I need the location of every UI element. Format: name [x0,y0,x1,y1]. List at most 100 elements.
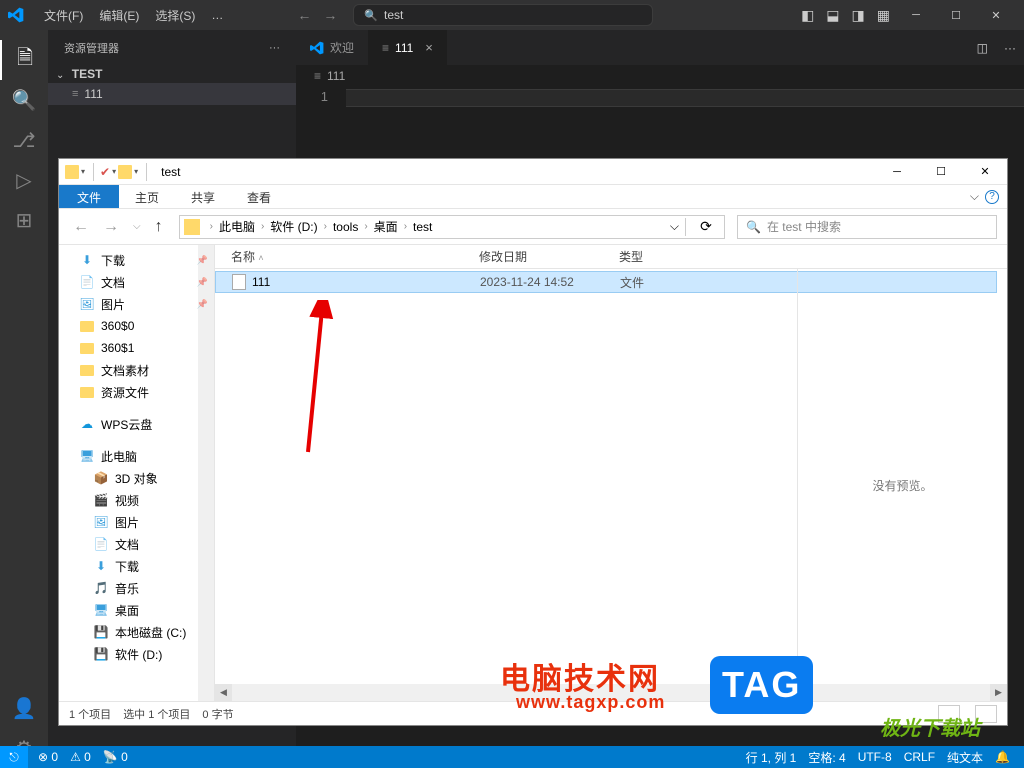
layout-customize-icon[interactable]: ▦ [871,7,896,24]
tab-active[interactable]: ≡ 111 × [368,30,447,65]
path-box[interactable]: › 此电脑 › 软件 (D:) › tools › 桌面 › test ⌵ ⟳ [179,215,725,239]
column-headers[interactable]: 名称 ˄ 修改日期 类型 [215,245,1007,269]
split-editor-icon[interactable]: ◫ [969,41,996,55]
notifications-icon[interactable]: 🔔 [989,750,1016,764]
status-errors[interactable]: ⊗ 0 [32,750,64,764]
sidebar-more-icon[interactable]: ··· [269,42,280,54]
nav-item[interactable]: 资源文件 [59,381,214,403]
col-date[interactable]: 修改日期 [479,248,619,265]
sidebar-folder[interactable]: ⌄ TEST [48,65,296,83]
explorer-close-icon[interactable]: ✕ [963,159,1007,185]
status-eol[interactable]: CRLF [898,750,941,764]
nav-item[interactable]: 🎵音乐 [59,577,214,599]
path-separator-icon[interactable]: › [360,221,371,232]
explorer-maximize-icon[interactable]: ☐ [919,159,963,185]
qat-dropdown-icon[interactable]: ▾ [112,167,116,176]
tab-more-icon[interactable]: ··· [996,41,1024,55]
nav-item[interactable]: 💾软件 (D:) [59,643,214,665]
sidebar-file-item[interactable]: ≡ 111 [48,83,296,105]
status-ports[interactable]: 📡 0 [97,750,134,764]
run-debug-icon[interactable]: ▷ [0,160,48,200]
nav-item[interactable]: 🖼图片 [59,511,214,533]
nav-item[interactable]: 📦3D 对象 [59,467,214,489]
window-close-icon[interactable]: ✕ [976,9,1016,22]
ribbon-expand-icon[interactable]: ⌵ [970,189,979,204]
check-icon[interactable]: ✔ [100,165,110,179]
path-segment[interactable]: 桌面 [372,218,400,235]
breadcrumb[interactable]: ≡ 111 [296,65,1024,87]
nav-back-icon[interactable]: ← [69,218,93,236]
nav-forward-icon[interactable]: → [317,7,343,23]
help-icon[interactable]: ? [985,190,999,204]
layout-secondary-icon[interactable]: ◨ [846,7,871,24]
details-view-icon[interactable] [938,705,960,723]
explorer-minimize-icon[interactable]: ─ [875,159,919,185]
nav-item[interactable]: 🖥桌面 [59,599,214,621]
path-separator-icon[interactable]: › [400,221,411,232]
path-segment[interactable]: 软件 (D:) [268,218,319,235]
status-spaces[interactable]: 空格: 4 [802,749,851,766]
qat-dropdown-icon[interactable]: ▾ [81,167,85,176]
search-activity-icon[interactable]: 🔍 [0,80,48,120]
qat-dropdown-icon[interactable]: ▾ [134,167,138,176]
explorer-search[interactable]: 🔍 在 test 中搜索 [737,215,997,239]
scroll-left-icon[interactable]: ◀ [215,684,232,701]
source-control-icon[interactable]: ⎇ [0,120,48,160]
thumbnails-view-icon[interactable] [975,705,997,723]
path-separator-icon[interactable]: › [257,221,268,232]
nav-icon: 📄 [93,536,109,552]
nav-item[interactable]: 📄文档 [59,271,214,293]
path-segment[interactable]: test [411,220,434,234]
path-separator-icon[interactable]: › [320,221,331,232]
refresh-icon[interactable]: ⟳ [692,218,720,235]
tab-close-icon[interactable]: × [425,40,433,55]
nav-recent-icon[interactable]: ⌵ [129,221,145,232]
status-lang[interactable]: 纯文本 [941,749,989,766]
layout-panel-icon[interactable]: ⬓ [820,7,845,24]
nav-item[interactable]: ☁WPS云盘 [59,413,214,435]
nav-item[interactable]: 📄文档 [59,533,214,555]
status-encoding[interactable]: UTF-8 [852,750,898,764]
file-type: 文件 [620,274,720,291]
nav-pane[interactable]: ⬇下载📄文档🖼图片360$0360$1文档素材资源文件☁WPS云盘🖥此电脑📦3D… [59,245,215,701]
ribbon-share-tab[interactable]: 共享 [175,185,231,208]
menu-edit[interactable]: 编辑(E) [91,7,147,24]
ribbon-home-tab[interactable]: 主页 [119,185,175,208]
nav-item[interactable]: 💾本地磁盘 (C:) [59,621,214,643]
account-icon[interactable]: 👤 [0,688,48,728]
nav-scrollbar[interactable] [198,245,214,701]
explorer-icon[interactable]: 🗎 [0,40,48,80]
scroll-right-icon[interactable]: ▶ [990,684,1007,701]
extensions-icon[interactable]: ⊞ [0,200,48,240]
nav-item[interactable]: 🎬视频 [59,489,214,511]
tab-welcome[interactable]: 欢迎 [296,30,368,65]
nav-item[interactable]: ⬇下载 [59,249,214,271]
window-minimize-icon[interactable]: ─ [896,9,936,21]
path-segment[interactable]: tools [331,220,360,234]
menu-file[interactable]: 文件(F) [36,7,91,24]
nav-item[interactable]: 🖥此电脑 [59,445,214,467]
nav-item[interactable]: 文档素材 [59,359,214,381]
path-separator-icon[interactable]: › [206,221,217,232]
col-name[interactable]: 名称 ˄ [231,248,479,265]
col-type[interactable]: 类型 [619,248,719,265]
nav-up-icon[interactable]: ↑ [151,218,167,236]
nav-item[interactable]: ⬇下载 [59,555,214,577]
nav-item[interactable]: 🖼图片 [59,293,214,315]
path-dropdown-icon[interactable]: ⌵ [670,219,679,234]
nav-item[interactable]: 360$0 [59,315,214,337]
layout-primary-icon[interactable]: ◧ [795,7,820,24]
status-line-col[interactable]: 行 1, 列 1 [740,749,803,766]
horizontal-scrollbar[interactable]: ◀ ▶ [215,684,1007,701]
nav-back-icon[interactable]: ← [291,7,317,23]
ribbon-view-tab[interactable]: 查看 [231,185,287,208]
menu-select[interactable]: 选择(S) [147,7,203,24]
command-center[interactable]: 🔍 test [353,4,653,26]
path-segment[interactable]: 此电脑 [217,218,257,235]
window-maximize-icon[interactable]: ☐ [936,9,976,22]
ribbon-file-tab[interactable]: 文件 [59,185,119,208]
remote-icon[interactable]: ⎋ [0,746,28,768]
menu-more[interactable]: … [203,8,231,22]
nav-item[interactable]: 360$1 [59,337,214,359]
status-warnings[interactable]: ⚠ 0 [64,750,97,764]
